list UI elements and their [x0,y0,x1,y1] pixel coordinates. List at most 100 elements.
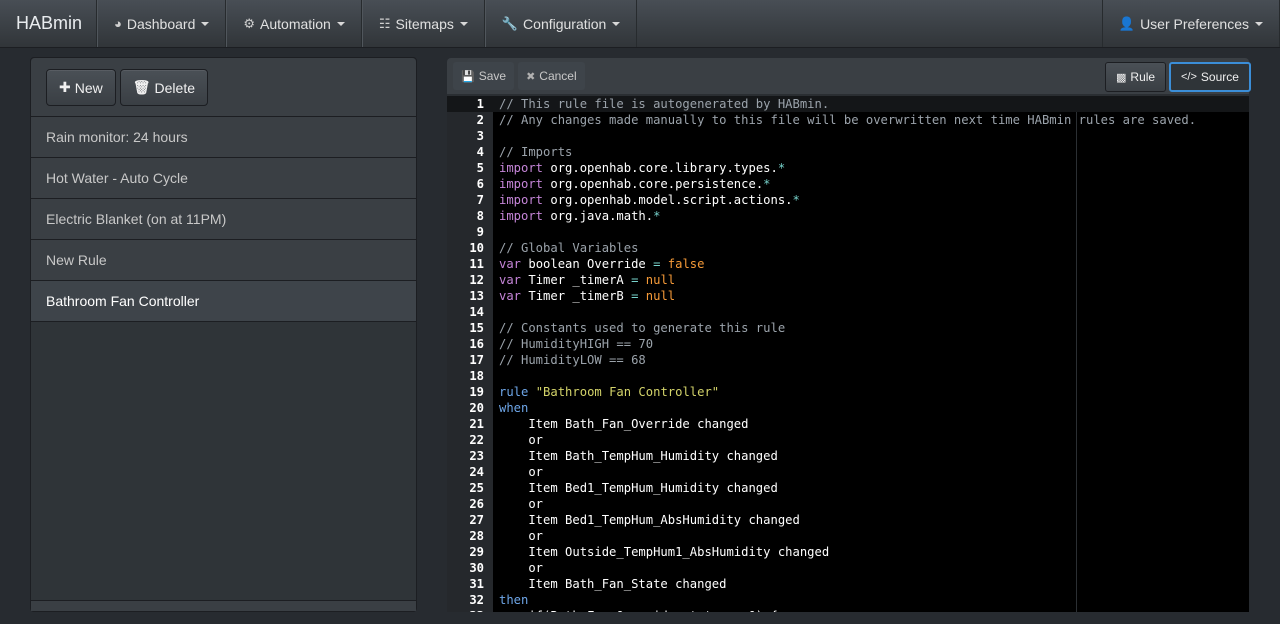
new-rule-label: New [74,79,103,96]
code-line: 17 // HumidityLOW == 68 [447,352,1249,368]
code-text: Item Outside_TempHum1_AbsHumidity change… [499,545,830,559]
code-text: var boolean Override = false [499,257,705,271]
code-text: Item Bath_Fan_Override changed [499,417,749,431]
line-number: 32 [469,593,484,607]
code-line: 7 import org.openhab.model.script.actions… [447,192,1249,208]
cancel-button[interactable]: ✖ Cancel [518,62,585,90]
line-number: 27 [469,513,484,527]
code-line: 11 var boolean Override = false [447,256,1249,272]
line-number: 9 [476,225,484,239]
code-line: 25 Item Bed1_TempHum_Humidity changed [447,480,1249,496]
code-text: import org.openhab.model.script.actions.… [499,193,800,207]
cancel-label: Cancel [539,69,577,83]
rule-view-button[interactable]: ▩ Rule [1105,62,1167,92]
rule-list-item[interactable]: Electric Blanket (on at 11PM) [31,199,416,240]
line-number: 20 [469,401,484,415]
code-line: 9 [447,224,1249,240]
code-line: 30 or [447,560,1249,576]
code-line: 23 Item Bath_TempHum_Humidity changed [447,448,1249,464]
brand-logo[interactable]: HABmin [0,0,97,47]
code-text: if(Bath_Fan_Override.state == 0) { [499,608,777,612]
code-line: 21 Item Bath_Fan_Override changed [447,416,1249,432]
dashboard-icon: ◕ [114,16,122,31]
code-line: 28 or [447,528,1249,544]
rule-list-item[interactable]: Hot Water - Auto Cycle [31,158,416,199]
code-text: var Timer _timerA = null [499,273,676,287]
line-number: 25 [469,481,484,495]
code-text: or [499,433,544,447]
code-text: or [499,529,544,543]
chevron-down-icon [1255,21,1263,26]
code-line: 3 [447,128,1249,144]
code-line: 27 Item Bed1_TempHum_AbsHumidity changed [447,512,1249,528]
code-line: 1 // This rule file is autogenerated by H… [447,96,1249,112]
code-line: 18 [447,368,1249,384]
line-number: 6 [476,177,484,191]
source-view-label: Source [1200,70,1239,84]
line-number: 16 [469,337,484,351]
code-text: // HumidityLOW == 68 [499,353,646,367]
code-line: 10 // Global Variables [447,240,1249,256]
rule-list-item-selected[interactable]: Bathroom Fan Controller [31,281,416,322]
top-navbar: HABmin ◕ Dashboard ⚙ Automation ☷ Sitema… [0,0,1280,48]
line-number: 3 [476,129,484,143]
code-text: or [499,561,544,575]
code-text: Item Bath_Fan_State changed [499,577,727,591]
trash-icon: 🗑 [132,79,151,95]
nav-sitemaps-label: Sitemaps [395,15,454,32]
new-rule-button[interactable]: ✚ New [46,69,116,106]
line-number: 23 [469,449,484,463]
line-number: 28 [469,529,484,543]
rule-list-item[interactable]: Rain monitor: 24 hours [31,117,416,158]
nav-user-preferences[interactable]: 👤 User Preferences [1101,0,1280,47]
nav-sitemaps[interactable]: ☷ Sitemaps [361,0,485,47]
save-button[interactable]: 💾 Save [453,62,515,90]
code-line: 31 Item Bath_Fan_State changed [447,576,1249,592]
rule-list-item[interactable]: New Rule [31,240,416,281]
delete-rule-button[interactable]: 🗑 Delete [119,69,208,106]
save-label: Save [478,69,507,83]
code-line: 24 or [447,464,1249,480]
line-number: 21 [469,417,484,431]
nav-automation[interactable]: ⚙ Automation [226,0,362,47]
line-number: 19 [469,385,484,399]
nav-configuration[interactable]: 🔧 Configuration [484,0,638,47]
wrench-icon: 🔧 [501,15,519,31]
line-number: 18 [469,369,484,383]
code-text: Item Bed1_TempHum_AbsHumidity changed [499,513,800,527]
code-line: 33 if(Bath_Fan_Override.state == 0) { [447,608,1249,612]
code-text: // This rule file is autogenerated by HA… [499,97,830,111]
code-text: var Timer _timerB = null [499,289,676,303]
rule-list-footer [31,600,416,611]
line-number: 5 [476,161,484,175]
line-number: 10 [469,241,484,255]
source-view-button[interactable]: </> Source [1169,62,1251,92]
line-number: 33 [447,608,484,612]
save-icon: 💾 [461,70,475,83]
line-number: 24 [469,465,484,479]
code-line: 26 or [447,496,1249,512]
code-text: // HumidityHIGH == 70 [499,337,654,351]
code-text: // Imports [499,145,573,159]
line-number: 8 [476,209,484,223]
code-editor[interactable]: 1 // This rule file is autogenerated by H… [447,96,1249,612]
sitemap-icon: ☷ [378,15,391,31]
chevron-down-icon [336,21,345,26]
line-number: 13 [469,289,484,303]
code-line: 2 // Any changes made manually to this fi… [447,112,1249,128]
code-line: 8 import org.java.math.* [447,208,1249,224]
line-number: 29 [469,545,484,559]
code-text: import org.openhab.core.persistence.* [499,177,771,191]
rule-view-label: Rule [1130,70,1156,84]
chevron-down-icon [201,21,210,26]
line-number: 14 [469,305,484,319]
nav-automation-label: Automation [260,15,331,32]
code-text: when [499,401,529,415]
nav-dashboard[interactable]: ◕ Dashboard [97,0,227,47]
code-text: then [499,593,529,607]
line-number: 22 [469,433,484,447]
cogs-icon: ⚙ [243,15,256,31]
code-line: 19 rule "Bathroom Fan Controller" [447,384,1249,400]
chevron-down-icon [612,21,621,26]
